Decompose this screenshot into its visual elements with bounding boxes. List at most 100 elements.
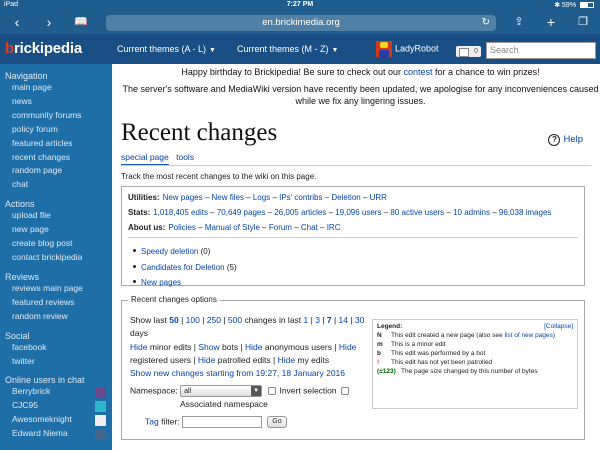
utilities-box: Utilities: New pages – New files – Logs –…: [121, 186, 585, 287]
legend-key: (±123): [377, 368, 396, 375]
link-urr[interactable]: URR: [370, 193, 387, 202]
bookmarks-icon[interactable]: 📖: [72, 14, 90, 31]
link-1-018-405-edits[interactable]: 1,018,405 edits: [153, 208, 208, 217]
hide-anon-link[interactable]: Hide: [245, 342, 262, 352]
invert-selection-checkbox[interactable]: [268, 387, 277, 395]
option-100[interactable]: 100: [186, 315, 200, 325]
hide-patrolled-link[interactable]: Hide: [198, 355, 215, 365]
sidebar-item-new-page[interactable]: new page: [5, 223, 112, 237]
online-user[interactable]: Berrybrick: [5, 385, 112, 399]
namespace-select[interactable]: all ▼: [180, 385, 263, 397]
user-avatar-icon: [95, 428, 106, 440]
tab-special-page[interactable]: special page: [121, 152, 169, 166]
option-14[interactable]: 14: [339, 315, 348, 325]
reload-icon[interactable]: ↻: [482, 15, 490, 31]
sidebar-item-featured-reviews[interactable]: featured reviews: [5, 296, 112, 310]
online-user[interactable]: CJC95: [5, 399, 112, 413]
sidebar-item-twitter[interactable]: twitter: [5, 355, 112, 369]
online-user[interactable]: Awesomeknight: [5, 413, 112, 427]
contest-link[interactable]: contest: [404, 67, 433, 77]
associated-namespace-label: Associated namespace: [180, 399, 268, 409]
help-icon: ?: [548, 134, 561, 146]
link-new-files[interactable]: New files: [212, 193, 244, 202]
forward-icon[interactable]: ›: [40, 14, 58, 31]
battery-icon: [580, 2, 594, 8]
sidebar-item-recent-changes[interactable]: recent changes: [5, 151, 112, 165]
sidebar-item-chat[interactable]: chat: [5, 178, 112, 192]
option-50[interactable]: 50: [169, 315, 178, 325]
link-70-649-pages[interactable]: 70,649 pages: [217, 208, 266, 217]
associated-namespace-checkbox[interactable]: [340, 387, 349, 395]
queue-item: Speedy deletion (0): [133, 244, 578, 260]
tabs-icon[interactable]: ❐: [574, 14, 592, 31]
queue-link-new-pages[interactable]: New pages: [141, 278, 181, 287]
go-button[interactable]: Go: [267, 416, 287, 428]
queue-link-speedy-deletion[interactable]: Speedy deletion: [141, 247, 198, 256]
online-user-name: Berrybrick: [12, 386, 51, 397]
sidebar-item-facebook[interactable]: facebook: [5, 341, 112, 355]
bluetooth-icon: ✱: [554, 2, 561, 9]
option-7[interactable]: 7: [327, 315, 332, 325]
user-avatar-icon: [95, 400, 106, 412]
show-new-changes-link[interactable]: Show new changes starting from 19:27, 18…: [130, 368, 345, 378]
option-3[interactable]: 3: [315, 315, 320, 325]
sidebar-item-community-forums[interactable]: community forums: [5, 109, 112, 123]
notifications-badge[interactable]: 0: [456, 46, 481, 57]
hide-minor-link[interactable]: Hide: [130, 342, 147, 352]
option-30[interactable]: 30: [355, 315, 364, 325]
link-10-admins[interactable]: 10 admins: [453, 208, 490, 217]
link-policies[interactable]: Policies: [168, 223, 196, 232]
sidebar-item-featured-articles[interactable]: featured articles: [5, 137, 112, 151]
nav-themes-m-z[interactable]: Current themes (M - Z) ▼: [237, 44, 338, 54]
link-irc[interactable]: IRC: [327, 223, 341, 232]
sidebar-item-contact-brickipedia[interactable]: contact brickipedia: [5, 251, 112, 265]
search-input[interactable]: Search: [486, 42, 596, 59]
sidebar-item-news[interactable]: news: [5, 95, 112, 109]
queue-item: Candidates for Deletion (5): [133, 260, 578, 276]
share-icon[interactable]: ⇪: [510, 14, 528, 31]
option-250[interactable]: 250: [207, 315, 221, 325]
link-19-096-users[interactable]: 19,096 users: [335, 208, 381, 217]
hide-my-edits-link[interactable]: Hide: [278, 355, 295, 365]
back-icon[interactable]: ‹: [8, 14, 26, 31]
legend-key: !: [377, 359, 380, 366]
link-26-005-articles[interactable]: 26,005 articles: [274, 208, 326, 217]
utilities-row: Utilities: New pages – New files – Logs –…: [128, 193, 387, 202]
sidebar-item-create-blog-post[interactable]: create blog post: [5, 237, 112, 251]
sidebar-item-random-review[interactable]: random review: [5, 310, 112, 324]
link-chat[interactable]: Chat: [301, 223, 318, 232]
tag-filter-input[interactable]: [181, 416, 262, 428]
new-tab-icon[interactable]: +: [542, 14, 560, 31]
tag-filter-link[interactable]: Tag: [145, 416, 159, 426]
site-logo[interactable]: brickipedia: [5, 40, 82, 57]
tab-tools[interactable]: tools: [176, 152, 194, 164]
legend-link[interactable]: list of new pages: [504, 332, 552, 339]
option-500[interactable]: 500: [228, 315, 242, 325]
show-bots-link[interactable]: Show: [198, 342, 219, 352]
link-ips-contribs[interactable]: IPs' contribs: [279, 193, 322, 202]
sidebar-item-reviews-main-page[interactable]: reviews main page: [5, 282, 112, 296]
online-user-name: Awesomeknight: [12, 414, 72, 425]
sidebar-item-upload-file[interactable]: upload file: [5, 209, 112, 223]
hide-registered-link[interactable]: Hide: [339, 342, 356, 352]
link-new-pages[interactable]: New pages: [163, 193, 203, 202]
online-user[interactable]: Edward Niema: [5, 427, 112, 441]
user-menu[interactable]: LadyRobot: [376, 41, 439, 57]
server-update-notice: The server's software and MediaWiki vers…: [122, 84, 599, 106]
link-logs[interactable]: Logs: [253, 193, 270, 202]
maintenance-queues: Speedy deletion (0) Candidates for Deleti…: [128, 244, 578, 291]
option-1[interactable]: 1: [304, 315, 309, 325]
sidebar-item-policy-forum[interactable]: policy forum: [5, 123, 112, 137]
link-manual-of-style[interactable]: Manual of Style: [205, 223, 260, 232]
link-80-active-users[interactable]: 80 active users: [390, 208, 444, 217]
link-96-038-images[interactable]: 96,038 images: [499, 208, 551, 217]
queue-link-candidates-for-deletion[interactable]: Candidates for Deletion: [141, 263, 225, 272]
collapse-link[interactable]: [Collapse]: [544, 323, 573, 330]
link-forum[interactable]: Forum: [269, 223, 292, 232]
sidebar-item-random-page[interactable]: random page: [5, 164, 112, 178]
url-bar[interactable]: en.brickimedia.org ↻: [106, 15, 496, 31]
nav-themes-a-l[interactable]: Current themes (A - L) ▼: [117, 44, 216, 54]
link-deletion[interactable]: Deletion: [331, 193, 360, 202]
help-link[interactable]: ? Help: [548, 134, 583, 146]
sidebar-item-main-page[interactable]: main page: [5, 81, 112, 95]
